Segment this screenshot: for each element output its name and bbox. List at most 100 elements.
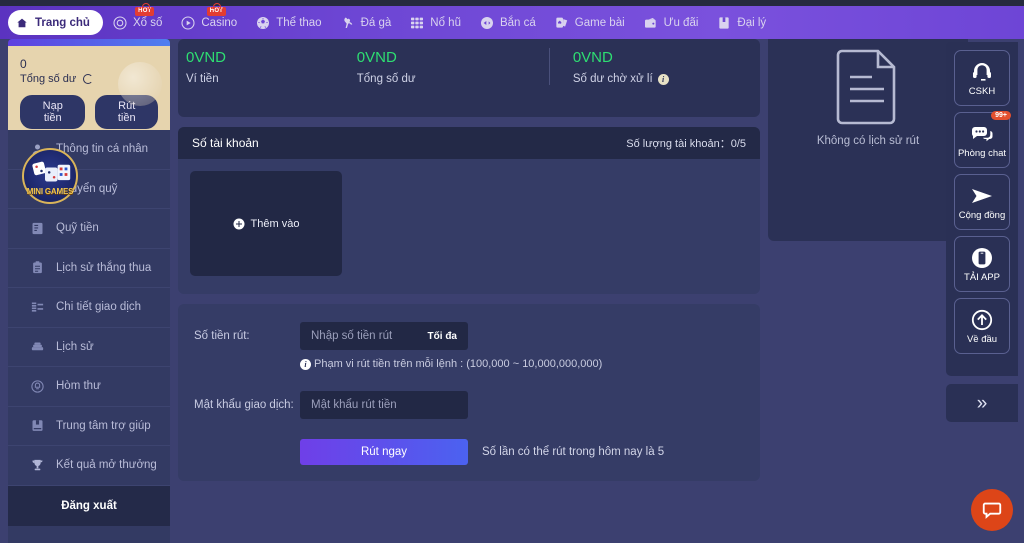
headset-icon: [970, 60, 994, 84]
rooster-icon: [340, 15, 356, 31]
rail-button-cskh[interactable]: CSKH: [954, 50, 1010, 106]
nav-item-uu-dai[interactable]: Ưu đãi: [634, 11, 708, 35]
withdraw-history-empty-text: Không có lịch sử rút: [816, 135, 920, 147]
sidebar-item-lich-su[interactable]: Lịch sử: [8, 328, 170, 367]
rail-button-cong-dong[interactable]: Cộng đồng: [954, 174, 1010, 230]
withdraw-amount-placeholder: Nhập số tiền rút: [311, 330, 393, 342]
logout-button[interactable]: Đăng xuất: [8, 485, 170, 526]
sidebar-item-label: Chi tiết giao dịch: [56, 301, 142, 314]
double-chevron-right-icon: »: [976, 392, 988, 414]
count-value: 0/5: [730, 138, 746, 150]
rail-button-ve-dau[interactable]: Về đầu: [954, 298, 1010, 354]
nav-item-da-ga[interactable]: Đá gà: [331, 11, 401, 35]
money-fund-icon: [30, 221, 45, 236]
chat-fab-icon: [982, 502, 1002, 519]
deposit-button[interactable]: Nạp tiền: [20, 95, 86, 129]
hot-badge: HOT: [206, 2, 227, 16]
agency-book-icon: [716, 15, 732, 31]
casino-play-icon: [180, 15, 196, 31]
info-icon[interactable]: i: [657, 73, 669, 85]
nav-label: Xổ số: [132, 16, 163, 29]
balance-caption: Tổng số dư: [357, 73, 549, 85]
hot-badge: HOT: [135, 2, 155, 16]
sidebar-item-lich-su-thang-thua[interactable]: Lịch sử thắng thua: [8, 249, 170, 288]
balance-label-text: Tổng số dư: [20, 73, 77, 85]
refresh-spinner-icon[interactable]: [83, 74, 94, 84]
withdraw-button[interactable]: Rút tiền: [95, 95, 158, 129]
sidebar-item-trung-tam-tro-giup[interactable]: Trung tâm trợ giúp: [8, 407, 170, 446]
rail-label: TẢI APP: [964, 271, 1000, 283]
rail-collapse-toggle[interactable]: »: [946, 384, 1018, 422]
nav-item-game-bai[interactable]: Game bài: [545, 11, 634, 35]
balance-caption-text: Số dư chờ xử lí: [572, 73, 653, 85]
gift-wallet-icon: [643, 15, 659, 31]
withdraw-range-hint: i Phạm vi rút tiền trên mỗi lệnh : (100,…: [300, 358, 760, 370]
bank-accounts-header: Số tài khoản Số lượng tài khoản：0/5: [178, 127, 760, 159]
nav-item-trang-chu[interactable]: Trang chủ: [8, 10, 103, 35]
nav-item-ban-ca[interactable]: Bắn cá: [470, 11, 545, 35]
rail-button-tai-app[interactable]: TẢI APP: [954, 236, 1010, 292]
nav-item-xo-so[interactable]: Xổ số HOT: [103, 2, 171, 35]
balance-caption-text: Ví tiền: [186, 73, 219, 85]
card-game-icon: [554, 15, 570, 31]
withdraw-password-row: Mật khẩu giao dịch: Mật khẩu rút tiền: [178, 391, 760, 419]
nav-label: Casino: [201, 16, 238, 29]
app-root: Trang chủ Xổ số HOT Casino HOT Thể thao: [0, 0, 1024, 543]
withdraw-amount-label: Số tiền rút:: [194, 330, 250, 342]
arrow-up-circle-icon: [970, 308, 994, 332]
home-icon: [14, 15, 30, 31]
nav-item-dai-ly[interactable]: Đại lý: [707, 11, 775, 35]
sidebar-item-label: Hòm thư: [56, 380, 101, 393]
slots-grid-icon: [409, 15, 425, 31]
sidebar-item-label: Lịch sử thắng thua: [56, 261, 152, 274]
balance-caption-text: Tổng số dư: [356, 73, 416, 85]
sidebar-item-hom-thu[interactable]: Hòm thư: [8, 367, 170, 407]
rail-button-phong-chat[interactable]: 99+ Phòng chat: [954, 111, 1011, 168]
soccer-ball-icon: [255, 15, 271, 31]
nav-label: Ưu đãi: [663, 16, 699, 29]
balance-column-pending: 0VND Số dư chờ xử lí i: [548, 48, 760, 85]
nav-item-the-thao[interactable]: Thể thao: [246, 11, 330, 35]
nav-label: Đại lý: [737, 16, 767, 29]
transaction-detail-icon: [30, 300, 45, 315]
win-loss-history-icon: [30, 260, 45, 275]
chat-bubbles-icon: [970, 122, 994, 146]
sidebar-item-ket-qua-mo-thuong[interactable]: Kết quả mở thưởng: [8, 446, 170, 486]
rail-label: CSKH: [968, 85, 996, 97]
unread-badge: 99+: [991, 111, 1011, 120]
withdraw-range-text: Phạm vi rút tiền trên mỗi lệnh : (100,00…: [314, 358, 603, 370]
withdraw-amount-input[interactable]: Nhập số tiền rút Tối đa: [300, 322, 468, 350]
main-content: 0VND Ví tiền 0VND Tổng số dư 0VND Số dư …: [178, 39, 760, 481]
lottery-icon: [112, 15, 128, 31]
sidebar-item-label: Trung tâm trợ giúp: [56, 419, 151, 432]
withdraw-password-input[interactable]: Mật khẩu rút tiền: [300, 391, 468, 419]
help-center-icon: [30, 418, 45, 433]
rail-label: Phòng chat: [957, 147, 1007, 159]
add-account-tile[interactable]: Thêm vào: [190, 171, 342, 276]
chat-floating-button[interactable]: [971, 489, 1013, 531]
user-action-buttons: Nạp tiền Rút tiền: [20, 95, 158, 129]
max-amount-button[interactable]: Tối đa: [428, 331, 457, 342]
bank-accounts-body: Thêm vào: [178, 159, 760, 294]
withdraw-password-label: Mật khẩu giao dịch:: [194, 399, 294, 411]
withdraw-history-panel: Không có lịch sử rút: [768, 39, 968, 241]
sidebar-item-chi-tiet-giao-dich[interactable]: Chi tiết giao dịch: [8, 288, 170, 328]
sidebar-accent-bar: [8, 39, 170, 46]
nav-item-no-hu[interactable]: Nổ hũ: [400, 11, 470, 35]
info-icon: i: [300, 358, 311, 370]
document-icon: [836, 49, 896, 125]
telegram-send-icon: [970, 184, 994, 208]
history-icon: [30, 339, 45, 354]
mailbox-icon: [30, 379, 45, 394]
nav-label: Đá gà: [360, 16, 392, 29]
top-navigation-bar: Trang chủ Xổ số HOT Casino HOT Thể thao: [0, 2, 1024, 39]
sidebar-balance-label: Tổng số dư: [20, 73, 158, 85]
mini-games-badge[interactable]: MINI GAMES: [22, 148, 78, 204]
withdraw-submit-button[interactable]: Rút ngay: [300, 439, 468, 465]
nav-item-casino[interactable]: Casino HOT: [171, 2, 246, 35]
balance-value: 0VND: [186, 49, 227, 66]
fish-shooting-icon: [479, 15, 495, 31]
bank-accounts-count: Số lượng tài khoản：0/5: [626, 135, 746, 151]
balance-summary-card: 0VND Ví tiền 0VND Tổng số dư 0VND Số dư …: [178, 39, 760, 117]
sidebar-item-quy-tien[interactable]: Quỹ tiền: [8, 209, 170, 249]
